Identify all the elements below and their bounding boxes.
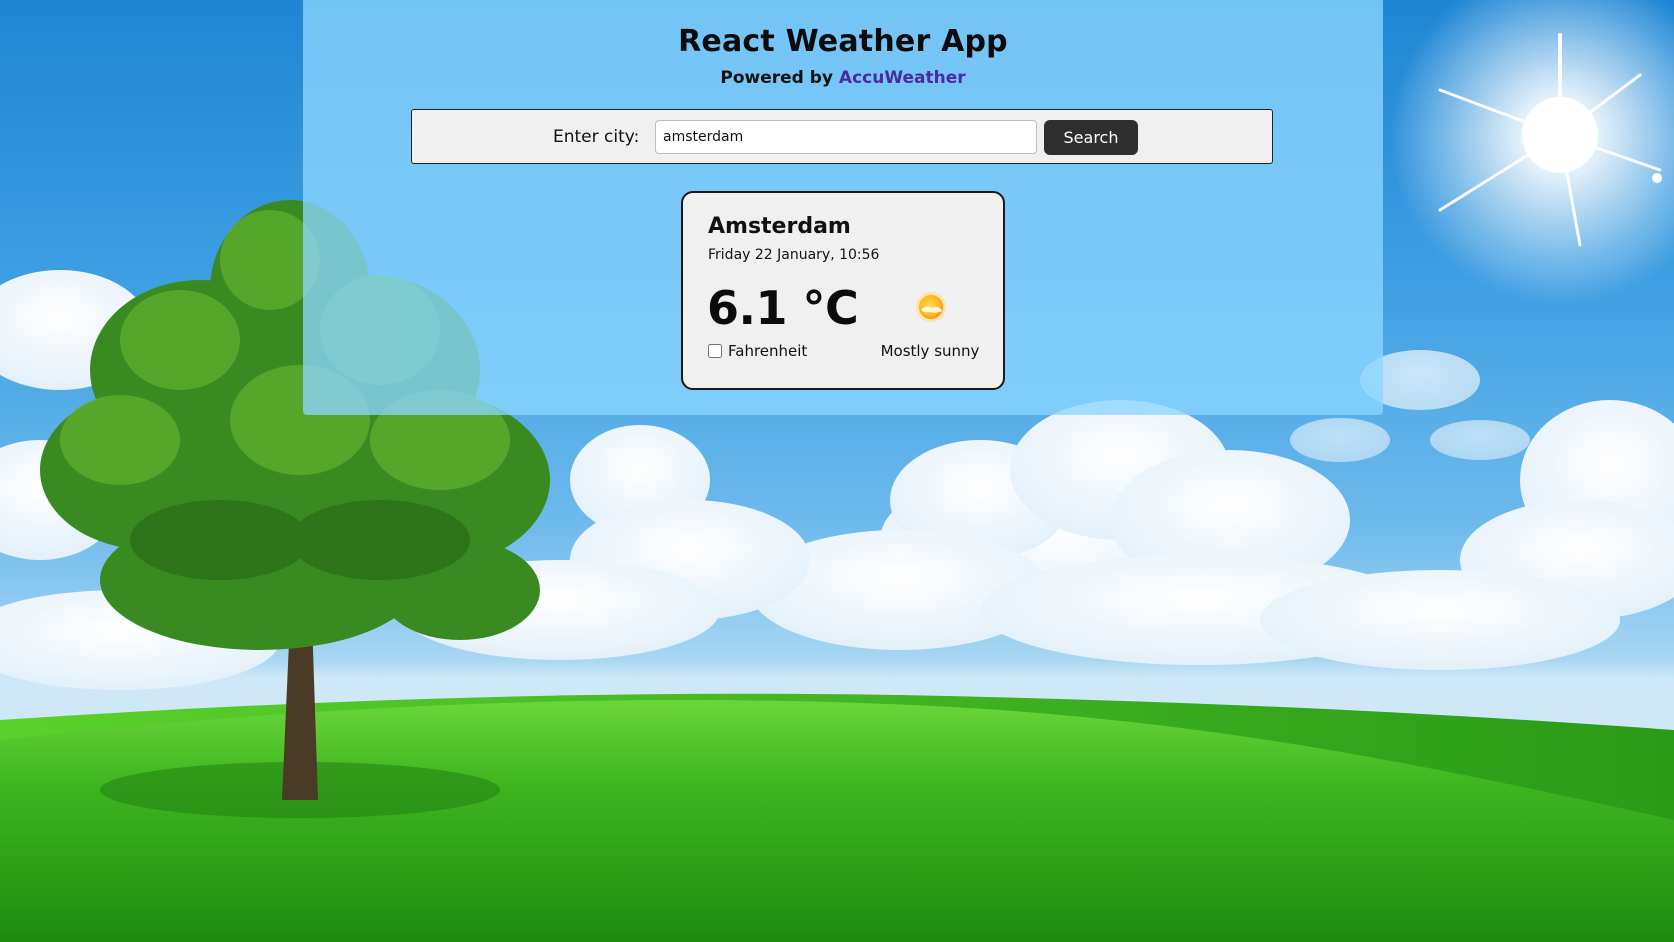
powered-by-label: Powered by — [720, 68, 833, 88]
header-panel: React Weather App Powered by AccuWeather… — [303, 0, 1383, 415]
mostly-sunny-icon — [916, 292, 946, 322]
weather-condition: Mostly sunny — [880, 342, 980, 360]
fahrenheit-label: Fahrenheit — [728, 342, 808, 360]
city-label: Enter city: — [553, 127, 640, 147]
powered-by: Powered by AccuWeather — [303, 68, 1383, 88]
city-input[interactable] — [655, 120, 1037, 154]
datetime: Friday 22 January, 10:56 — [708, 247, 880, 263]
accuweather-link[interactable]: AccuWeather — [839, 68, 966, 88]
fahrenheit-toggle[interactable]: Fahrenheit — [708, 342, 807, 360]
temperature: 6.1 °C — [707, 281, 859, 335]
weather-card: Amsterdam Friday 22 January, 10:56 6.1 °… — [681, 191, 1005, 390]
page-title: React Weather App — [678, 24, 1008, 59]
city-name: Amsterdam — [708, 214, 851, 239]
search-button[interactable]: Search — [1044, 120, 1138, 155]
search-bar: Enter city: Search — [411, 109, 1273, 164]
fahrenheit-checkbox[interactable] — [708, 344, 722, 358]
